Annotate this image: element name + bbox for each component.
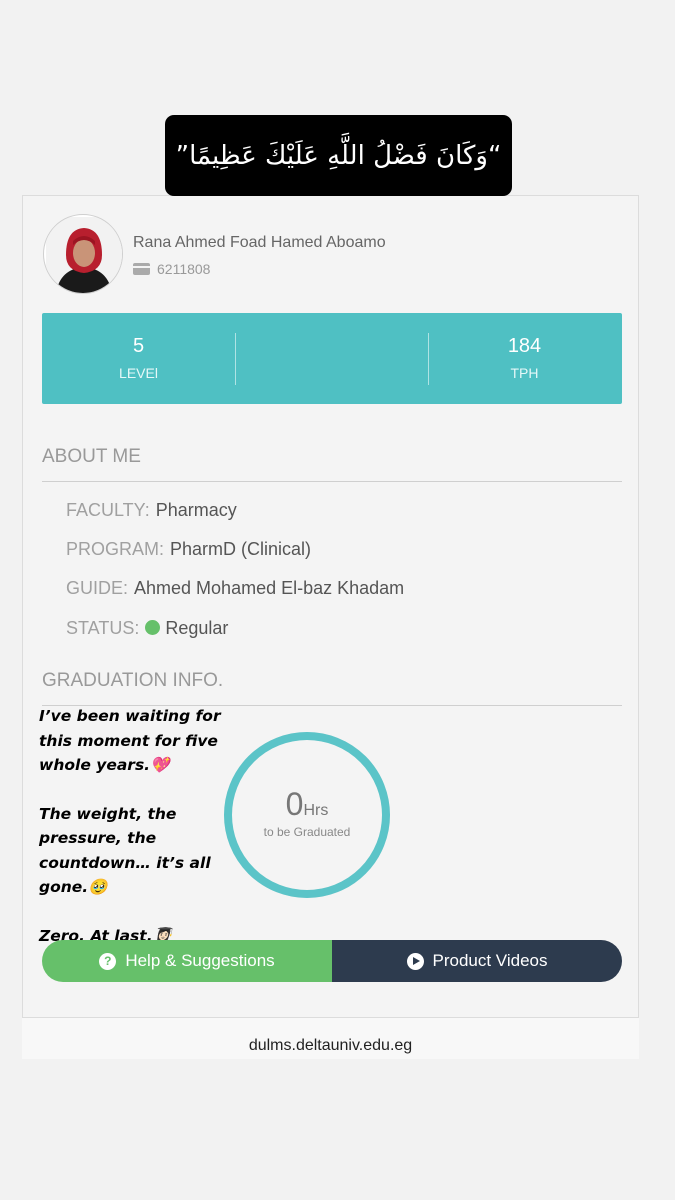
avatar [43,214,123,294]
info-faculty: FACULTY: Pharmacy [66,500,237,521]
site-url: dulms.deltauniv.edu.eg [248,1037,413,1054]
quote-banner: “وَكَانَ فَضْلُ اللَّهِ عَلَيْكَ عَظِيمً… [165,115,512,196]
story-caption-line: I’ve been waiting for this moment for fi… [39,707,221,774]
stats-bar: 5 LEVEl 184 TPH [42,313,622,404]
story-caption-overlay: I’ve been waiting for this moment for fi… [39,704,239,948]
footer-button-bar: ? Help & Suggestions Product Videos [42,940,622,982]
stat-tph-label: TPH [510,365,539,381]
story-caption-line: The weight, the pressure, the countdown…… [39,804,211,897]
info-program: PROGRAM: PharmD (Clinical) [66,539,311,560]
program-value: PharmD (Clinical) [170,539,312,559]
about-me-heading: ABOUT ME [42,446,141,467]
stat-tph: 184 TPH [428,313,621,404]
help-suggestions-label: Help & Suggestions [125,951,275,970]
faculty-label: FACULTY: [66,500,150,520]
graduation-info-heading: GRADUATION INFO. [42,670,224,691]
product-videos-button[interactable]: Product Videos [332,940,622,982]
status-dot-icon [145,620,161,635]
status-label: STATUS: [66,618,140,638]
student-id-row: 6211808 [133,261,210,277]
student-profile-card: Rana Ahmed Foad Hamed Aboamo 6211808 5 L… [22,195,639,1017]
remaining-hours-value: 0 [285,786,304,822]
status-value: Regular [165,618,229,638]
help-suggestions-button[interactable]: ? Help & Suggestions [42,940,332,982]
remaining-hours-caption: to be Graduated [263,825,351,839]
faculty-value: Pharmacy [155,500,237,520]
question-circle-icon: ? [99,952,117,970]
guide-value: Ahmed Mohamed El-baz Khadam [134,578,405,598]
program-label: PROGRAM: [66,539,165,559]
stat-level-value: 5 [132,335,145,357]
site-url-caption: dulms.deltauniv.edu.eg [22,1017,639,1059]
section-divider [42,481,622,482]
info-guide: GUIDE: Ahmed Mohamed El-baz Khadam [66,578,404,599]
student-name: Rana Ahmed Foad Hamed Aboamo [133,234,386,251]
remaining-hours-unit: Hrs [303,802,329,819]
stat-level-label: LEVEl [119,365,158,381]
guide-label: GUIDE: [66,578,129,598]
info-status: STATUS: Regular [66,618,228,639]
id-card-icon [133,263,150,275]
stat-middle [235,313,428,404]
stat-tph-value: 184 [507,335,542,357]
quote-text: “وَكَانَ فَضْلُ اللَّهِ عَلَيْكَ عَظِيمً… [175,140,502,171]
product-videos-label: Product Videos [432,951,548,970]
play-circle-icon [406,952,424,970]
avatar-photo [46,217,122,293]
student-id-number: 6211808 [157,261,211,277]
stat-level: 5 LEVEl [42,313,235,404]
graduation-progress-text: 0Hrs to be Graduated [223,786,391,839]
